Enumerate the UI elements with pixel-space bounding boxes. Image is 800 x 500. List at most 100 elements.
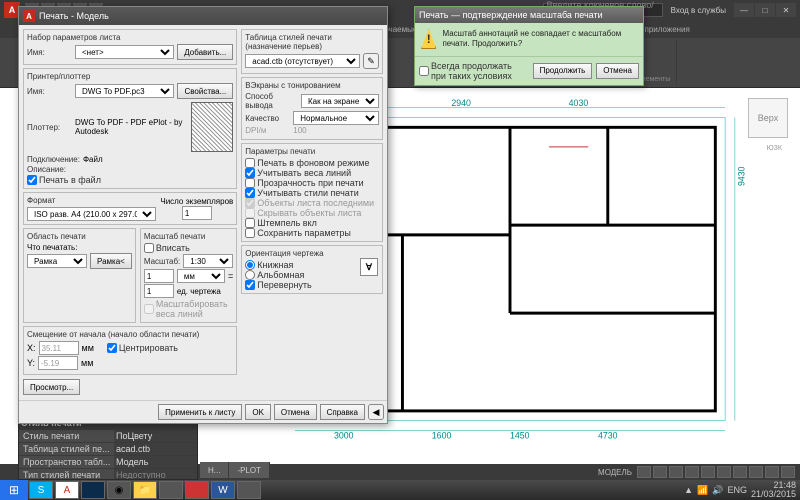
quality-select[interactable]: Нормальное <box>293 111 379 125</box>
preview-button[interactable]: Просмотр... <box>23 379 80 395</box>
warning-icon: ! <box>421 29 436 49</box>
add-pageset-button[interactable]: Добавить... <box>177 44 233 60</box>
tray-lang[interactable]: ENG <box>727 485 747 495</box>
prop-value: Недоступно <box>114 469 197 480</box>
confirm-dialog: Печать — подтверждение масштаба печати !… <box>414 6 644 86</box>
portrait-radio[interactable] <box>245 260 255 270</box>
dialog-title: Печать - Модель <box>39 11 109 21</box>
status-icon[interactable] <box>765 466 779 478</box>
model-space-label[interactable]: МОДЕЛЬ <box>598 468 632 477</box>
taskbar: ⊞ S A ◉ 📁 W ▲ 📶 🔊 ENG 21:4821/03/2015 <box>0 480 800 500</box>
scale-unit-select[interactable]: мм <box>177 269 225 283</box>
copies-input[interactable] <box>182 206 212 220</box>
help-button[interactable]: Справка <box>320 404 365 420</box>
confirm-titlebar[interactable]: Печать — подтверждение масштаба печати <box>415 7 643 23</box>
svg-text:3000: 3000 <box>334 430 354 440</box>
taskbar-photoshop-icon[interactable] <box>81 481 105 499</box>
opt-hide-check <box>245 208 255 218</box>
cancel-button[interactable]: Отмена <box>274 404 317 420</box>
taskbar-autocad-icon[interactable]: A <box>55 481 79 499</box>
taskbar-chrome-icon[interactable]: ◉ <box>107 481 131 499</box>
plot-options-group: Параметры печати Печать в фоновом режиме… <box>241 143 383 242</box>
tray-volume-icon[interactable]: 🔊 <box>712 485 723 496</box>
ok-button[interactable]: OK <box>245 404 271 420</box>
dialog-titlebar[interactable]: A Печать - Модель <box>19 7 387 25</box>
svg-text:2940: 2940 <box>451 98 471 108</box>
status-icon[interactable] <box>669 466 683 478</box>
taskbar-word-icon[interactable]: W <box>211 481 235 499</box>
svg-text:4030: 4030 <box>569 98 589 108</box>
paper-preview-icon <box>191 102 233 152</box>
opt-trans-check[interactable] <box>245 178 255 188</box>
svg-text:4730: 4730 <box>598 430 618 440</box>
scale-select[interactable]: 1:30 <box>183 254 233 268</box>
viewcube[interactable]: Верх <box>748 98 788 138</box>
taskbar-pdf-icon[interactable] <box>185 481 209 499</box>
prop-value[interactable]: Модель <box>114 456 197 468</box>
plot-area-group: Область печати Что печатать: РамкаРамка< <box>23 228 136 323</box>
maximize-button[interactable]: □ <box>755 3 775 17</box>
file-tabs: Н... -PLOT <box>200 462 270 478</box>
taskbar-skype-icon[interactable]: S <box>29 481 53 499</box>
taskbar-explorer-icon[interactable]: 📁 <box>133 481 157 499</box>
file-tab[interactable]: -PLOT <box>229 462 270 478</box>
page-setup-group: Набор параметров листа Имя:<нет>Добавить… <box>23 29 237 65</box>
offset-group: Смещение от начала (начало области печат… <box>23 326 237 375</box>
file-tab[interactable]: Н... <box>200 462 229 478</box>
scale-group: Масштаб печати Вписать Масштаб:1:30 мм= … <box>140 228 237 323</box>
center-check[interactable] <box>107 343 117 353</box>
style-table-select[interactable]: acad.ctb (отсутствует) <box>245 54 360 68</box>
shade-mode-select[interactable]: Как на экране <box>301 94 379 108</box>
offset-x-input <box>39 341 79 355</box>
status-icon[interactable] <box>685 466 699 478</box>
plot-area-select[interactable]: Рамка <box>27 254 87 268</box>
minimize-button[interactable]: — <box>734 3 754 17</box>
always-continue-check[interactable] <box>419 66 429 76</box>
tray-icon[interactable]: ▲ <box>684 485 693 495</box>
landscape-radio[interactable] <box>245 270 255 280</box>
opt-lw-check[interactable] <box>245 168 255 178</box>
apply-layout-button[interactable]: Применить к листу <box>158 404 242 420</box>
printer-select[interactable]: DWG To PDF.pc3 <box>75 84 174 98</box>
opt-stamp-check[interactable] <box>245 218 255 228</box>
paper-group: Формат ISO разв. A4 (210.00 x 297.00 мм)… <box>23 192 237 225</box>
nav-compass[interactable]: ЮЗК <box>767 145 782 152</box>
orient-preview-icon: ∀ <box>360 258 378 276</box>
start-button[interactable]: ⊞ <box>0 480 28 500</box>
app-icon: A <box>23 10 35 22</box>
prop-value[interactable]: acad.ctb <box>114 443 197 455</box>
scale-drawing-input[interactable] <box>144 284 174 298</box>
expand-button[interactable]: ◀ <box>368 404 384 420</box>
fit-check[interactable] <box>144 243 154 253</box>
opt-styles-check[interactable] <box>245 188 255 198</box>
opt-save-check[interactable] <box>245 228 255 238</box>
scale-paper-input[interactable] <box>144 269 174 283</box>
orientation-group: Ориентация чертежа Книжная Альбомная Пер… <box>241 245 383 294</box>
close-button[interactable]: ✕ <box>776 3 796 17</box>
confirm-message: Масштаб аннотаций не совпадает с масштаб… <box>442 29 637 50</box>
opt-bg-check[interactable] <box>245 158 255 168</box>
status-icon[interactable] <box>701 466 715 478</box>
style-edit-button[interactable]: ✎ <box>363 53 379 69</box>
prop-value[interactable]: ПоЦвету <box>114 430 197 442</box>
continue-button[interactable]: Продолжить <box>533 63 593 79</box>
status-icon[interactable] <box>749 466 763 478</box>
page-setup-select[interactable]: <нет> <box>75 45 174 59</box>
window-pick-button[interactable]: Рамка< <box>90 253 132 269</box>
status-icon[interactable] <box>717 466 731 478</box>
status-icon[interactable] <box>653 466 667 478</box>
print-dialog: A Печать - Модель Набор параметров листа … <box>18 6 388 424</box>
printer-props-button[interactable]: Свойства... <box>177 83 233 99</box>
status-icon[interactable] <box>733 466 747 478</box>
taskbar-app-icon[interactable] <box>237 481 261 499</box>
status-icon[interactable] <box>781 466 795 478</box>
status-icon[interactable] <box>637 466 651 478</box>
upside-check[interactable] <box>245 280 255 290</box>
taskbar-app-icon[interactable] <box>159 481 183 499</box>
tray-network-icon[interactable]: 📶 <box>697 485 708 496</box>
paper-size-select[interactable]: ISO разв. A4 (210.00 x 297.00 мм) <box>27 207 156 221</box>
confirm-cancel-button[interactable]: Отмена <box>596 63 639 79</box>
print-to-file-check[interactable] <box>27 175 37 185</box>
signin-link[interactable]: Вход в службы <box>671 6 726 15</box>
tray-clock[interactable]: 21:4821/03/2015 <box>751 481 796 499</box>
